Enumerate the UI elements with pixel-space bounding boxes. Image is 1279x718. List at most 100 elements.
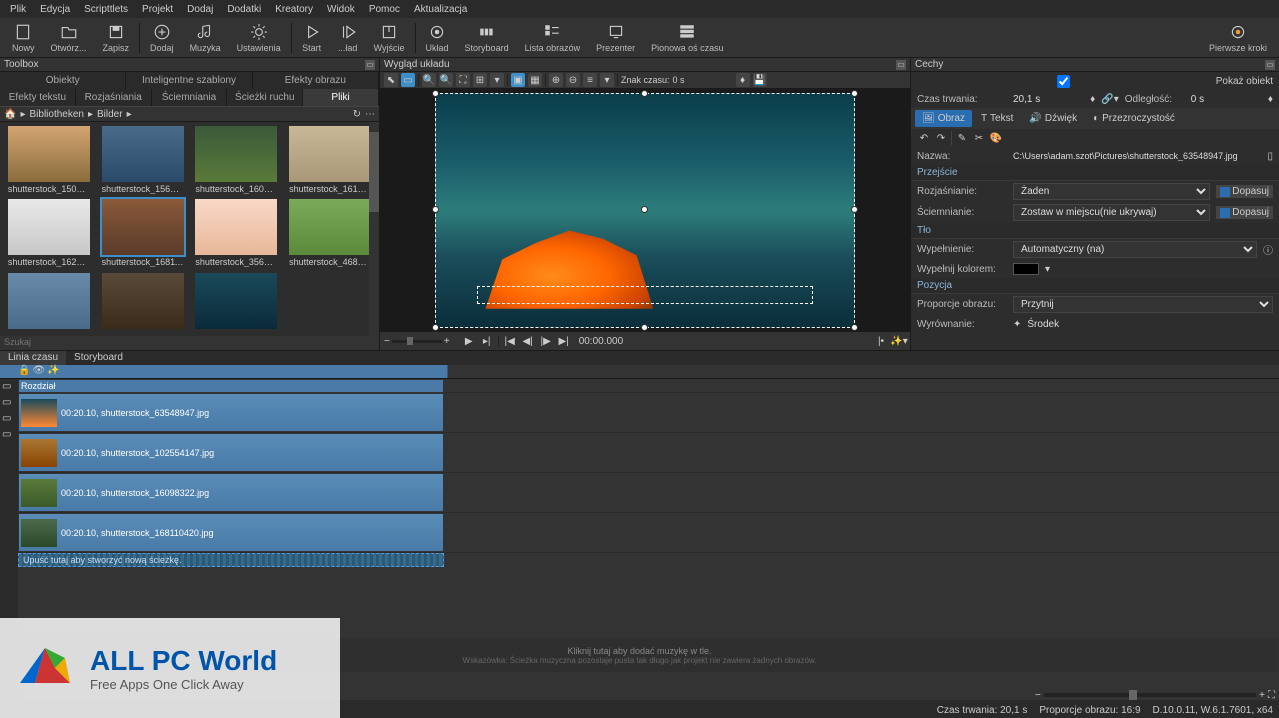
tab-text[interactable]: TTekst [974,110,1020,127]
timeline-ruler[interactable]: 🔒 👁 ✨ [0,365,1279,379]
preview-canvas[interactable] [380,88,910,332]
track-icon[interactable]: ▭ [2,413,16,427]
tab-fadein[interactable]: Rozjaśniania [76,89,152,106]
play-from-button[interactable]: ...ład [330,21,366,55]
panel-collapse-icon[interactable]: ▭ [1265,60,1275,70]
menu-item[interactable]: Plik [4,2,32,17]
zoom-in-icon[interactable]: 🔍 [422,73,436,87]
track-icon[interactable]: ▭ [2,397,16,411]
thumbnail[interactable]: shutterstock_46865710 [285,199,375,268]
thumbnail[interactable]: shutterstock_162201... [4,199,94,268]
color-icon[interactable]: 🎨 [989,131,1003,145]
fill-select[interactable]: Automatyczny (na) [1013,241,1257,258]
next-frame-icon[interactable]: |▶ [539,334,553,348]
fit-button[interactable]: Dopasuj [1216,206,1273,219]
select-icon[interactable]: ▭ [401,73,415,87]
new-button[interactable]: Nowy [4,21,43,55]
save-icon[interactable]: 💾 [753,73,767,87]
music-button[interactable]: Muzyka [182,21,229,55]
presenter-button[interactable]: Prezenter [588,21,643,55]
timeline-clip[interactable]: 00:20.10, shutterstock_168110420.jpg [18,513,444,552]
fx-icon[interactable]: ✨▾ [892,334,906,348]
stepper-icon[interactable]: ♦ [736,73,750,87]
thumbnail[interactable]: shutterstock_168110... [98,199,188,268]
zoom-plus-icon[interactable]: + [1259,690,1265,701]
refresh-icon[interactable]: ↻ [353,109,361,120]
thumbnail[interactable]: shutterstock_15055... [4,126,94,195]
stepper-icon[interactable]: ♦ [1090,94,1095,105]
timeline-clip[interactable]: 00:20.10, shutterstock_102554147.jpg [18,433,444,472]
rotate-left-icon[interactable]: ↶ [917,131,931,145]
menu-item[interactable]: Dodaj [181,2,219,17]
tab-text-effects[interactable]: Efekty tekstu [0,89,76,106]
tab-files[interactable]: Pliki [303,89,379,106]
options-icon[interactable]: ⋯ [365,109,375,120]
tab-storyboard[interactable]: Storyboard [66,351,131,365]
browse-icon[interactable]: ▯ [1267,151,1273,162]
chevron-down-icon[interactable]: ▾ [1045,264,1050,275]
track-icon[interactable]: ▭ [2,381,16,395]
add-frame-icon[interactable]: ⊕ [549,73,563,87]
storyboard-button[interactable]: Storyboard [457,21,517,55]
fit-button[interactable]: Dopasuj [1216,185,1273,198]
timeline-clip[interactable]: 00:20.10, shutterstock_63548947.jpg [18,393,444,432]
panel-collapse-icon[interactable]: ▭ [365,60,375,70]
zoom-fit-icon[interactable]: ⛶ [1268,690,1275,701]
thumbnail[interactable]: shutterstock_35613667 [192,199,282,268]
edit-icon[interactable]: ✎ [955,131,969,145]
tab-templates[interactable]: Inteligentne szablony [126,72,252,89]
zoom-minus-icon[interactable]: − [384,336,390,347]
thumbnail[interactable] [192,273,282,332]
tab-fadeout[interactable]: Ściemniania [152,89,228,106]
crop-icon[interactable]: ✂ [972,131,986,145]
play-step-icon[interactable]: ▸| [480,334,494,348]
tab-motion[interactable]: Ścieżki ruchu [227,89,303,106]
tab-image[interactable]: 🖼Obraz [915,110,972,127]
eye-icon[interactable]: 👁 [32,365,45,376]
zoom-plus-icon[interactable]: + [444,336,450,347]
track-icon[interactable]: ▭ [2,429,16,443]
add-button[interactable]: Dodaj [142,21,182,55]
align-icon[interactable]: ≡ [583,73,597,87]
marker-icon[interactable]: |• [874,334,888,348]
thumbnail[interactable] [98,273,188,332]
duration-value[interactable]: 20,1 s [1013,94,1084,105]
caption-area[interactable] [477,286,813,304]
remove-frame-icon[interactable]: ⊖ [566,73,580,87]
aspect-select[interactable]: Przytnij [1013,296,1273,313]
grid-icon[interactable]: ⊞ [473,73,487,87]
zoom-slider[interactable] [1044,693,1256,697]
scrollbar[interactable] [369,122,379,336]
settings-button[interactable]: Ustawienia [229,21,289,55]
info-icon[interactable]: ⓘ [1263,242,1273,257]
thumbnail[interactable] [4,273,94,332]
fadein-select[interactable]: Żaden [1013,183,1210,200]
menu-item[interactable]: Dodatki [221,2,267,17]
show-object-checkbox[interactable] [917,75,1210,88]
stepper-icon[interactable]: ♦ [1268,94,1273,105]
thumbnail[interactable]: shutterstock_161958... [285,126,375,195]
start-button[interactable]: Start [294,21,330,55]
home-icon[interactable]: 🏠 [4,109,16,120]
thumbnail[interactable]: shutterstock_15679... [98,126,188,195]
search-input[interactable] [4,337,375,347]
align-value[interactable]: Środek [1027,319,1273,330]
drop-zone[interactable]: Upuść tutaj aby stworzyć nową ścieżkę. [18,553,444,567]
breadcrumb-item[interactable]: Bibliotheken [29,109,83,120]
pointer-icon[interactable]: ⬉ [384,73,398,87]
breadcrumb-item[interactable]: Bilder [97,109,123,120]
exit-button[interactable]: Wyjście [366,21,413,55]
tab-image-effects[interactable]: Efekty obrazu [253,72,379,89]
tab-sound[interactable]: 🔊Dźwięk [1022,110,1084,127]
safe-area-icon[interactable]: ▣ [511,73,525,87]
rotate-right-icon[interactable]: ↷ [934,131,948,145]
zoom-fit-icon[interactable]: ⛶ [456,73,470,87]
menu-item[interactable]: Kreatory [269,2,319,17]
link-icon[interactable]: 🔗▾ [1101,94,1118,105]
play-icon[interactable]: ▶ [462,334,476,348]
menu-item[interactable]: Edycja [34,2,76,17]
color-swatch[interactable] [1013,263,1039,275]
lock-icon[interactable]: 🔒 [18,365,30,376]
zoom-out-icon[interactable]: 🔍 [439,73,453,87]
panel-collapse-icon[interactable]: ▭ [896,60,906,70]
